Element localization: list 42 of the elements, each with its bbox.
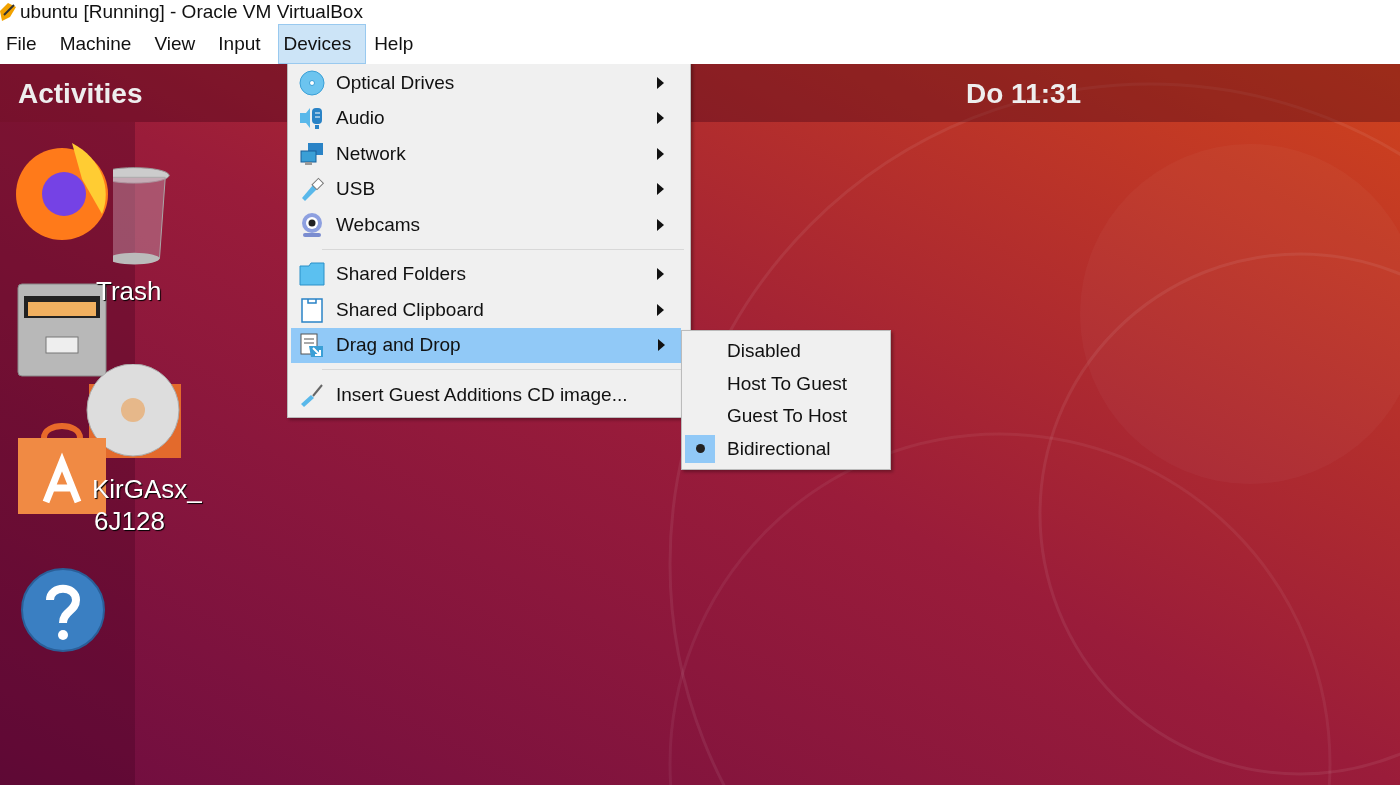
radio-menu-item[interactable]: Bidirectional — [682, 432, 890, 465]
icon-label: KirGAsx_ — [92, 474, 202, 505]
usb-plug-icon — [299, 176, 325, 203]
activities-button[interactable]: Activities — [18, 78, 143, 110]
menu-item[interactable]: View — [148, 24, 211, 64]
radio-menu-item[interactable]: Guest To Host — [682, 400, 890, 433]
webcam-icon — [299, 211, 325, 238]
cd-icon[interactable] — [85, 364, 183, 459]
window-title: ubuntu [Running] - Oracle VM VirtualBox — [20, 1, 363, 23]
menu-item[interactable]: Network — [291, 136, 680, 172]
document-arrow-icon — [299, 332, 325, 359]
menu-item[interactable]: Webcams — [291, 207, 680, 243]
disc-icon — [299, 69, 325, 96]
menu-item[interactable]: Input — [212, 24, 276, 64]
submenu-arrow-icon — [657, 268, 664, 281]
radio-dot-icon — [695, 444, 705, 454]
menu-item[interactable]: File — [0, 24, 52, 64]
menu-item[interactable]: Devices — [277, 24, 367, 64]
radio-menu-item[interactable]: Host To Guest — [682, 367, 890, 400]
monitors-icon — [299, 140, 325, 167]
submenu-arrow-icon — [657, 76, 664, 89]
folder-icon — [299, 261, 325, 288]
radio-menu-item[interactable]: Disabled — [682, 335, 890, 368]
menu-item[interactable]: Help — [368, 24, 429, 64]
menu-item[interactable]: Insert Guest Additions CD image... — [291, 377, 680, 413]
submenu-arrow-icon — [657, 147, 664, 160]
menu-item[interactable]: Shared Clipboard — [291, 292, 680, 328]
submenu-arrow-icon — [657, 112, 664, 125]
menu-item[interactable]: USB — [291, 171, 680, 207]
submenu-arrow-icon — [657, 218, 664, 231]
help-icon[interactable] — [20, 567, 106, 653]
menu-item[interactable]: Drag and Drop — [291, 327, 681, 363]
submenu-arrow-icon — [657, 303, 664, 316]
menu-item[interactable]: Shared Folders — [291, 256, 680, 292]
submenu-arrow-icon — [657, 183, 664, 196]
menu-item[interactable]: Audio — [291, 100, 680, 136]
icon-label: 6J128 — [94, 506, 165, 537]
submenu-arrow-icon — [658, 339, 665, 352]
menu-item[interactable]: Optical Drives — [291, 65, 680, 101]
clipboard-icon — [299, 296, 325, 323]
menu-item[interactable]: Machine — [53, 24, 147, 64]
clock[interactable]: Do 11:31 — [966, 78, 1082, 110]
